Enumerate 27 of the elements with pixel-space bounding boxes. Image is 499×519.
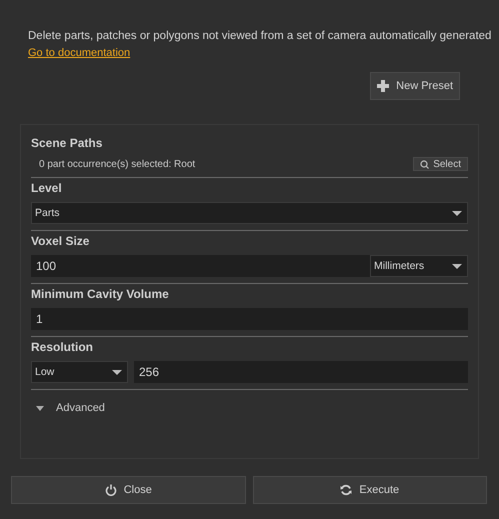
- select-button[interactable]: Select: [413, 157, 468, 171]
- new-preset-button[interactable]: New Preset: [370, 72, 460, 100]
- selection-summary: 0 part occurrence(s) selected: Root: [39, 158, 196, 170]
- documentation-link[interactable]: Go to documentation: [28, 47, 130, 59]
- section-title: Scene Paths: [31, 135, 104, 151]
- section-title: Level: [31, 180, 63, 196]
- caret-icon: [36, 406, 44, 410]
- resolution-field[interactable]: 256: [134, 361, 468, 383]
- unit-dropdown[interactable]: Millimeters: [370, 255, 468, 277]
- cavity-volume-field[interactable]: 1: [31, 308, 468, 330]
- section-title: Resolution: [31, 339, 94, 355]
- caret-icon: [452, 264, 462, 268]
- execute-button[interactable]: Execute: [252, 476, 487, 504]
- level-dropdown[interactable]: Parts: [31, 202, 468, 224]
- caret-icon: [112, 370, 122, 374]
- plus-icon: [377, 80, 390, 92]
- resolution-dropdown[interactable]: Low: [31, 361, 128, 383]
- voxel-size-field[interactable]: 100: [31, 255, 370, 277]
- description-text: Delete parts, patches or polygons not viewed from a set of camera automatically generated: [28, 29, 492, 44]
- advanced-toggle[interactable]: Advanced: [31, 390, 105, 414]
- section-title: Minimum Cavity Volume: [31, 286, 170, 302]
- close-button[interactable]: Close: [11, 476, 246, 504]
- refresh-icon: [340, 484, 352, 496]
- power-icon: [104, 484, 117, 496]
- section-title: Voxel Size: [31, 233, 90, 249]
- search-icon: [420, 160, 430, 168]
- caret-icon: [452, 210, 462, 216]
